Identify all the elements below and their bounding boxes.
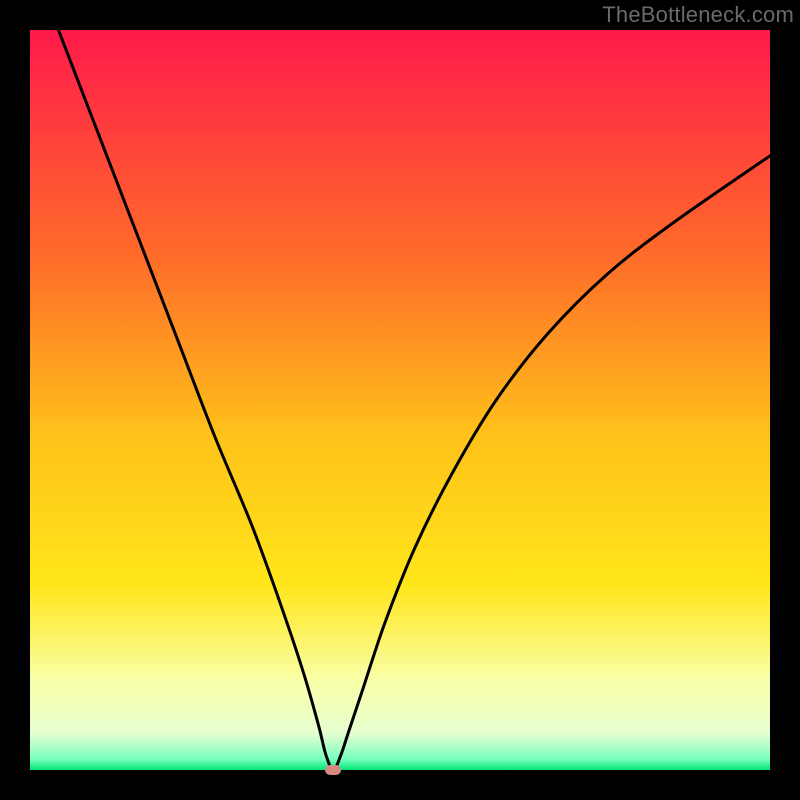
plot-area	[30, 30, 770, 770]
watermark-text: TheBottleneck.com	[602, 2, 794, 28]
optimum-marker	[325, 765, 341, 775]
chart-frame: TheBottleneck.com	[0, 0, 800, 800]
plot-svg	[30, 30, 770, 770]
plot-background	[30, 30, 770, 770]
